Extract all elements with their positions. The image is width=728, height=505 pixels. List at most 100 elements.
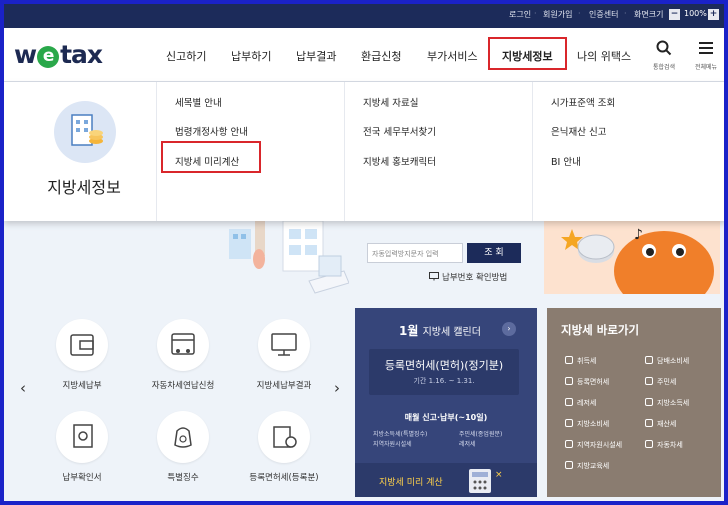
bicycle-icon <box>565 398 573 406</box>
tax-precalc-label: 지방세 미리 계산 <box>379 478 443 488</box>
menu-bi-guide[interactable]: BI 안내 <box>551 154 581 168</box>
local-tax-info-dropdown: 지방세정보 세목별 안내 법령개정사항 안내 지방세 미리계산 지방세 자료실 … <box>4 82 724 221</box>
menu-law-revision-guide[interactable]: 법령개정사항 안내 <box>175 124 248 138</box>
utility-bar: 로그인 · 회원가입 · 인증센터 · 화면크기 − 100% + <box>4 4 724 28</box>
quick-item-label: 지방세납부 <box>62 381 102 391</box>
quick-item-payment-certificate[interactable]: 납부확인서 <box>40 411 124 483</box>
menu-tax-item-guide[interactable]: 세목별 안내 <box>175 95 222 109</box>
nav-file-return[interactable]: 신고하기 <box>166 48 206 64</box>
svg-text:♪: ♪ <box>634 227 643 243</box>
tax-calendar: 1월 지방세 캘린더 › 등록면허세(면허)(정기분) 기간 1.16. ~ 1… <box>355 308 537 497</box>
util-separator: · <box>578 9 581 18</box>
dropdown-column-2: 지방세 자료실 전국 세무부서찾기 지방세 홍보캐릭터 <box>344 82 532 221</box>
shortcut-registration-tax[interactable]: 등록면허세 <box>565 377 609 387</box>
shortcut-label: 지방교육세 <box>577 462 610 470</box>
quick-item-registration-license[interactable]: 등록면허세(등록분) <box>242 411 326 483</box>
quick-item-car-tax-annual[interactable]: 자동차세연납신청 <box>141 319 225 391</box>
cart-icon <box>565 419 573 427</box>
quick-item-label: 특별징수 <box>167 473 199 483</box>
prev-arrow-icon[interactable]: ‹ <box>20 379 26 397</box>
quick-item-label: 납부확인서 <box>62 473 102 483</box>
zoom-in-button[interactable]: + <box>708 9 719 20</box>
login-link[interactable]: 로그인 <box>509 9 531 20</box>
wetax-logo[interactable]: w e tax <box>14 40 103 69</box>
hero-illustration <box>219 220 350 301</box>
tax-building-icon <box>54 101 116 163</box>
nav-my-wetax[interactable]: 나의 위택스 <box>577 48 631 64</box>
menu-hidden-asset-report[interactable]: 은닉재산 신고 <box>551 124 606 138</box>
calculator-icon: × <box>469 469 503 493</box>
quick-item-payment-result[interactable]: 지방세납부결과 <box>242 319 326 391</box>
dropdown-column-3: 시가표준액 조회 은닉재산 신고 BI 안내 <box>532 82 724 221</box>
clock-icon <box>645 419 653 427</box>
car-calendar-icon <box>157 319 209 371</box>
calendar-tax-item: 지역자원시설세 <box>373 441 412 448</box>
nav-pay[interactable]: 납부하기 <box>231 48 271 64</box>
calendar-tax-item: 주민세(종업원분) <box>459 431 503 438</box>
wallet-icon <box>56 319 108 371</box>
nav-refund[interactable]: 환급신청 <box>361 48 401 64</box>
quick-item-label: 자동차세연납신청 <box>151 381 215 391</box>
briefcase-icon <box>645 398 653 406</box>
nav-extra-services[interactable]: 부가서비스 <box>427 48 478 64</box>
payment-number-help-link[interactable]: 납부번호 확인방법 <box>429 271 507 283</box>
svg-text:×: × <box>495 470 503 480</box>
menu-caption: 전체메뉴 <box>694 64 718 71</box>
calendar-main-item: 등록면허세(면허)(정기분) <box>384 359 504 372</box>
quick-menu: ‹ › 지방세납부 자동차세연납신청 지방세납부결과 납부확인서 특별징수 등록… <box>16 309 352 499</box>
captcha-input[interactable]: 자동입력방지문자 입력 <box>367 243 463 263</box>
house-icon <box>565 356 573 364</box>
calendar-next-button[interactable]: › <box>502 322 516 336</box>
quick-item-label: 등록면허세(등록분) <box>249 473 319 483</box>
util-separator: · <box>534 9 537 18</box>
money-bag-icon <box>157 411 209 463</box>
main-header: w e tax 신고하기 납부하기 납부결과 환급신청 부가서비스 지방세정보 나의… <box>4 28 724 82</box>
shortcut-acquisition-tax[interactable]: 취득세 <box>565 356 596 366</box>
cigarette-icon <box>645 356 653 364</box>
quick-item-label: 지방세납부결과 <box>256 381 312 391</box>
unified-search-button[interactable]: 통합검색 <box>649 40 679 71</box>
logo-w: w <box>14 40 37 69</box>
character-promo-banner[interactable]: ♪ <box>544 221 720 294</box>
shortcut-leisure-tax[interactable]: 레저세 <box>565 398 596 408</box>
shortcut-label: 지역자원시설세 <box>577 441 623 449</box>
monitor-icon <box>429 272 439 281</box>
shortcut-label: 자동차세 <box>657 441 683 449</box>
shortcut-education-tax[interactable]: 지방교육세 <box>565 461 609 471</box>
all-menu-button[interactable]: 전체메뉴 <box>691 40 721 71</box>
nav-payment-result[interactable]: 납부결과 <box>296 48 336 64</box>
quick-item-tax-payment[interactable]: 지방세납부 <box>40 319 124 391</box>
shortcut-label: 레저세 <box>577 399 597 407</box>
hamburger-icon <box>699 42 713 54</box>
search-icon <box>656 40 672 56</box>
shortcut-regional-resource-tax[interactable]: 지역자원시설세 <box>565 440 622 450</box>
shortcut-label: 취득세 <box>577 357 597 365</box>
shortcut-title: 지방세 바로가기 <box>561 323 640 337</box>
certificate-hand-icon <box>56 411 108 463</box>
dropdown-section-title: 지방세정보 <box>47 178 121 197</box>
menu-standard-price-lookup[interactable]: 시가표준액 조회 <box>551 95 615 109</box>
menu-find-tax-office[interactable]: 전국 세무부서찾기 <box>363 124 436 138</box>
menu-tax-mascot[interactable]: 지방세 홍보캐릭터 <box>363 154 436 168</box>
recycle-icon <box>565 440 573 448</box>
cert-center-link[interactable]: 인증센터 <box>589 9 618 20</box>
shortcut-tobacco-tax[interactable]: 담배소비세 <box>645 356 689 366</box>
calendar-month: 1월 <box>399 324 419 338</box>
calendar-main-event[interactable]: 등록면허세(면허)(정기분) 기간 1.16. ~ 1.31. <box>369 349 519 395</box>
active-nav-highlight <box>488 37 567 70</box>
shortcut-label: 지방소비세 <box>577 420 610 428</box>
signup-link[interactable]: 회원가입 <box>543 9 572 20</box>
shortcut-local-income-tax[interactable]: 지방소득세 <box>645 398 689 408</box>
shortcut-property-tax[interactable]: 재산세 <box>645 419 676 429</box>
next-arrow-icon[interactable]: › <box>334 379 340 397</box>
shortcut-local-consumption-tax[interactable]: 지방소비세 <box>565 419 609 429</box>
shortcut-resident-tax[interactable]: 주민세 <box>645 377 676 387</box>
shortcut-vehicle-tax[interactable]: 자동차세 <box>645 440 683 450</box>
tax-precalc-banner[interactable]: 지방세 미리 계산 × <box>355 463 537 497</box>
inquiry-button[interactable]: 조 회 <box>467 243 521 263</box>
menu-tax-library[interactable]: 지방세 자료실 <box>363 95 418 109</box>
computer-icon <box>258 319 310 371</box>
mascot-illustration: ♪ <box>561 227 714 294</box>
quick-item-special-collection[interactable]: 특별징수 <box>141 411 225 483</box>
zoom-out-button[interactable]: − <box>669 9 680 20</box>
